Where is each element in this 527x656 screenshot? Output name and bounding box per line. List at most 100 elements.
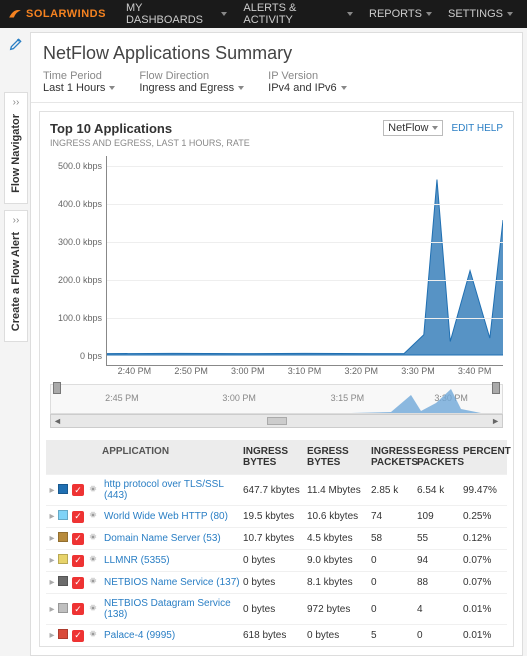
table-row: ▸✓Domain Name Server (53)10.7 kbytes4.5 … — [46, 527, 507, 549]
chevron-down-icon — [347, 12, 353, 16]
series-swatch — [58, 510, 72, 523]
expand-icon[interactable]: ▸ — [46, 555, 58, 566]
ingress-packets: 58 — [371, 533, 417, 544]
series-swatch — [58, 484, 72, 497]
gear-icon[interactable] — [88, 554, 102, 567]
expand-icon[interactable]: ▸ — [46, 604, 58, 615]
egress-packets: 55 — [417, 533, 463, 544]
chevron-right-icon: ›› — [13, 215, 20, 226]
egress-bytes: 9.0 kbytes — [307, 555, 371, 566]
ingress-bytes: 0 bytes — [243, 577, 307, 588]
chart-svg — [107, 156, 503, 365]
chevron-down-icon — [426, 12, 432, 16]
egress-bytes: 0 bytes — [307, 630, 371, 641]
row-checkbox[interactable]: ✓ — [72, 577, 88, 589]
table-header: APPLICATION INGRESS BYTES EGRESS BYTES I… — [46, 440, 507, 474]
scroll-left-icon[interactable]: ◄ — [53, 416, 62, 426]
chevron-down-icon — [341, 86, 347, 90]
row-checkbox[interactable]: ✓ — [72, 555, 88, 567]
ingress-bytes: 19.5 kbytes — [243, 511, 307, 522]
percent: 0.01% — [463, 604, 507, 615]
percent: 0.07% — [463, 577, 507, 588]
x-axis: 2:40 PM2:50 PM3:00 PM3:10 PM3:20 PM3:30 … — [106, 366, 503, 376]
time-range-selector[interactable]: 2:45 PM 3:00 PM 3:15 PM 3:30 PM ◄ ► — [50, 384, 503, 428]
horizontal-scrollbar[interactable]: ◄ ► — [50, 414, 503, 428]
filter-direction[interactable]: Flow Direction Ingress and Egress — [139, 70, 244, 94]
egress-packets: 94 — [417, 555, 463, 566]
chevron-right-icon: ›› — [13, 97, 20, 108]
percent: 0.25% — [463, 511, 507, 522]
percent: 0.12% — [463, 533, 507, 544]
app-link[interactable]: http protocol over TLS/SSL (443) — [102, 479, 243, 501]
table-row: ▸ ✓ NETBIOS Name Service (137)0 bytes8.1 k… — [46, 571, 507, 593]
edit-page-icon[interactable] — [8, 36, 24, 55]
egress-packets: 6.54 k — [417, 485, 463, 496]
egress-bytes: 4.5 kbytes — [307, 533, 371, 544]
row-checkbox[interactable]: ✓ — [72, 511, 88, 523]
app-link[interactable]: World Wide Web HTTP (80) — [102, 511, 243, 522]
traffic-chart[interactable]: 0 bps100.0 kbps200.0 kbps300.0 kbps400.0… — [50, 156, 503, 366]
egress-bytes: 972 bytes — [307, 604, 371, 615]
expand-icon[interactable]: ▸ — [46, 533, 58, 544]
egress-bytes: 11.4 Mbytes — [307, 485, 371, 496]
page-container: NetFlow Applications Summary Time Period… — [30, 32, 523, 656]
expand-icon[interactable]: ▸ — [46, 577, 58, 588]
y-axis: 0 bps100.0 kbps200.0 kbps300.0 kbps400.0… — [50, 156, 106, 366]
rail-label: Create a Flow Alert — [10, 232, 22, 331]
range-handle-right[interactable] — [492, 382, 500, 394]
app-link[interactable]: LLMNR (5355) — [102, 555, 243, 566]
card-title: Top 10 Applications — [50, 121, 172, 136]
gear-icon[interactable] — [88, 510, 102, 523]
ingress-bytes: 647.7 kbytes — [243, 485, 307, 496]
row-checkbox[interactable]: ✓ — [72, 603, 88, 615]
nav-my-dashboards[interactable]: MY DASHBOARDS — [120, 2, 233, 26]
chevron-down-icon — [507, 12, 513, 16]
gear-icon[interactable] — [88, 576, 102, 589]
series-swatch — [58, 629, 72, 642]
scroll-right-icon[interactable]: ► — [491, 416, 500, 426]
chevron-down-icon — [109, 86, 115, 90]
create-flow-alert-rail[interactable]: ›› Create a Flow Alert — [4, 210, 28, 342]
row-checkbox[interactable]: ✓ — [72, 484, 88, 496]
app-link[interactable]: NETBIOS Datagram Service (138) — [102, 598, 243, 620]
page-title: NetFlow Applications Summary — [43, 43, 510, 64]
ingress-bytes: 0 bytes — [243, 555, 307, 566]
help-link[interactable]: HELP — [477, 123, 503, 134]
view-selector[interactable]: NetFlow — [383, 120, 443, 136]
y-tick: 400.0 kbps — [58, 199, 102, 209]
nav-reports[interactable]: REPORTS — [363, 2, 438, 26]
gear-icon[interactable] — [88, 603, 102, 616]
egress-bytes: 8.1 kbytes — [307, 577, 371, 588]
mini-chart[interactable]: 2:45 PM 3:00 PM 3:15 PM 3:30 PM — [50, 384, 503, 414]
filter-time[interactable]: Time Period Last 1 Hours — [43, 70, 115, 94]
filter-ipversion[interactable]: IP Version IPv4 and IPv6 — [268, 70, 347, 94]
x-tick: 3:40 PM — [446, 366, 503, 376]
flow-navigator-rail[interactable]: ›› Flow Navigator — [4, 92, 28, 204]
chart-plot[interactable] — [106, 156, 503, 366]
app-link[interactable]: Domain Name Server (53) — [102, 533, 243, 544]
y-tick: 100.0 kbps — [58, 313, 102, 323]
row-checkbox[interactable]: ✓ — [72, 533, 88, 545]
edit-link[interactable]: EDIT — [451, 123, 474, 134]
ingress-bytes: 0 bytes — [243, 604, 307, 615]
app-link[interactable]: Palace-4 (9995) — [102, 630, 243, 641]
x-tick: 3:20 PM — [333, 366, 390, 376]
gear-icon[interactable] — [88, 484, 102, 497]
nav-settings[interactable]: SETTINGS — [442, 2, 519, 26]
brand-logo[interactable]: SOLARWINDS — [8, 7, 106, 21]
egress-bytes: 10.6 kbytes — [307, 511, 371, 522]
gear-icon[interactable] — [88, 532, 102, 545]
app-link[interactable]: NETBIOS Name Service (137) — [102, 577, 243, 588]
expand-icon[interactable]: ▸ — [46, 511, 58, 522]
chevron-down-icon — [238, 86, 244, 90]
y-tick: 500.0 kbps — [58, 161, 102, 171]
scroll-thumb[interactable] — [267, 417, 287, 425]
expand-icon[interactable]: ▸ — [46, 630, 58, 641]
expand-icon[interactable]: ▸ — [46, 485, 58, 496]
gear-icon[interactable] — [88, 629, 102, 642]
chevron-down-icon — [221, 12, 227, 16]
x-tick: 3:00 PM — [219, 366, 276, 376]
row-checkbox[interactable]: ✓ — [72, 630, 88, 642]
nav-alerts-activity[interactable]: ALERTS & ACTIVITY — [237, 2, 359, 26]
rail-label: Flow Navigator — [10, 114, 22, 193]
